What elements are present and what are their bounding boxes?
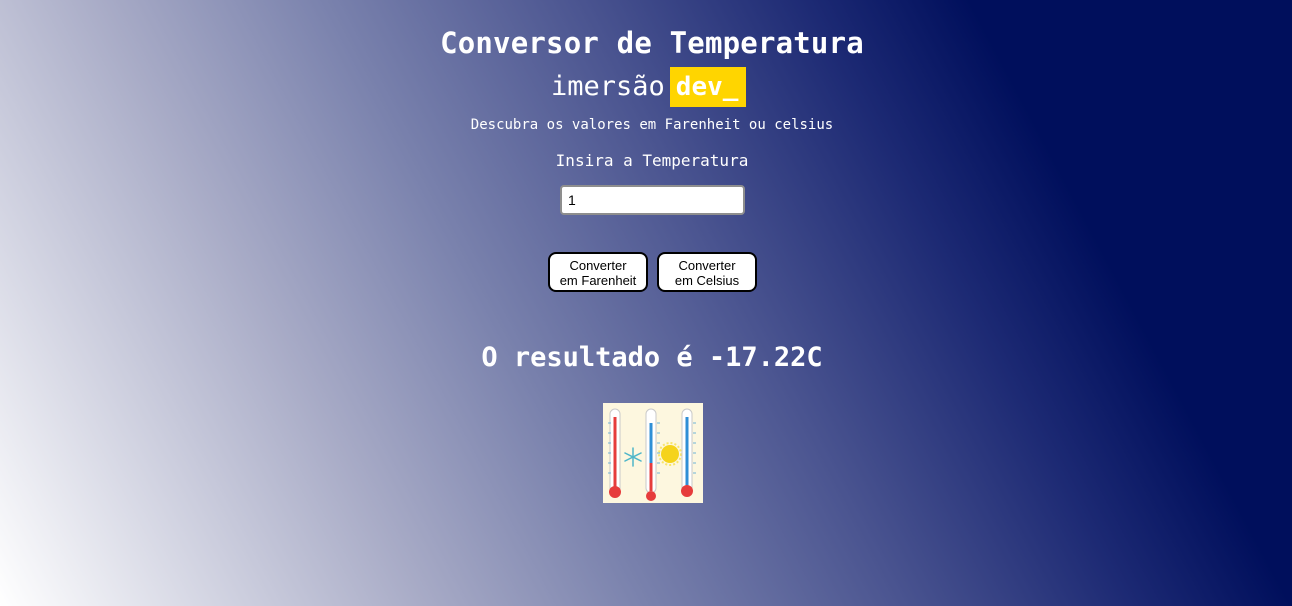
convert-farenheit-label-line2: em Farenheit — [559, 273, 637, 288]
temperature-prompt-label: Insira a Temperatura — [555, 151, 749, 170]
convert-farenheit-label-line1: Converter — [569, 258, 627, 273]
convert-farenheit-button[interactable]: Converter em Farenheit — [548, 252, 648, 292]
convert-celsius-button[interactable]: Converter em Celsius — [657, 252, 757, 292]
page-title: Conversor de Temperatura — [440, 26, 864, 60]
convert-celsius-label-line1: Converter — [678, 258, 736, 273]
thermometers-icon — [603, 403, 703, 503]
subtitle: Descubra os valores em Farenheit ou cels… — [470, 117, 834, 133]
imersao-dev-logo: imersão dev_ — [551, 67, 747, 107]
convert-celsius-label-line2: em Celsius — [674, 273, 740, 288]
logo-text-dev: dev_ — [669, 67, 747, 107]
result-text: O resultado é -17.22C — [481, 342, 823, 373]
logo-text-imersao: imersão — [551, 71, 665, 102]
temperature-input[interactable] — [560, 185, 745, 215]
